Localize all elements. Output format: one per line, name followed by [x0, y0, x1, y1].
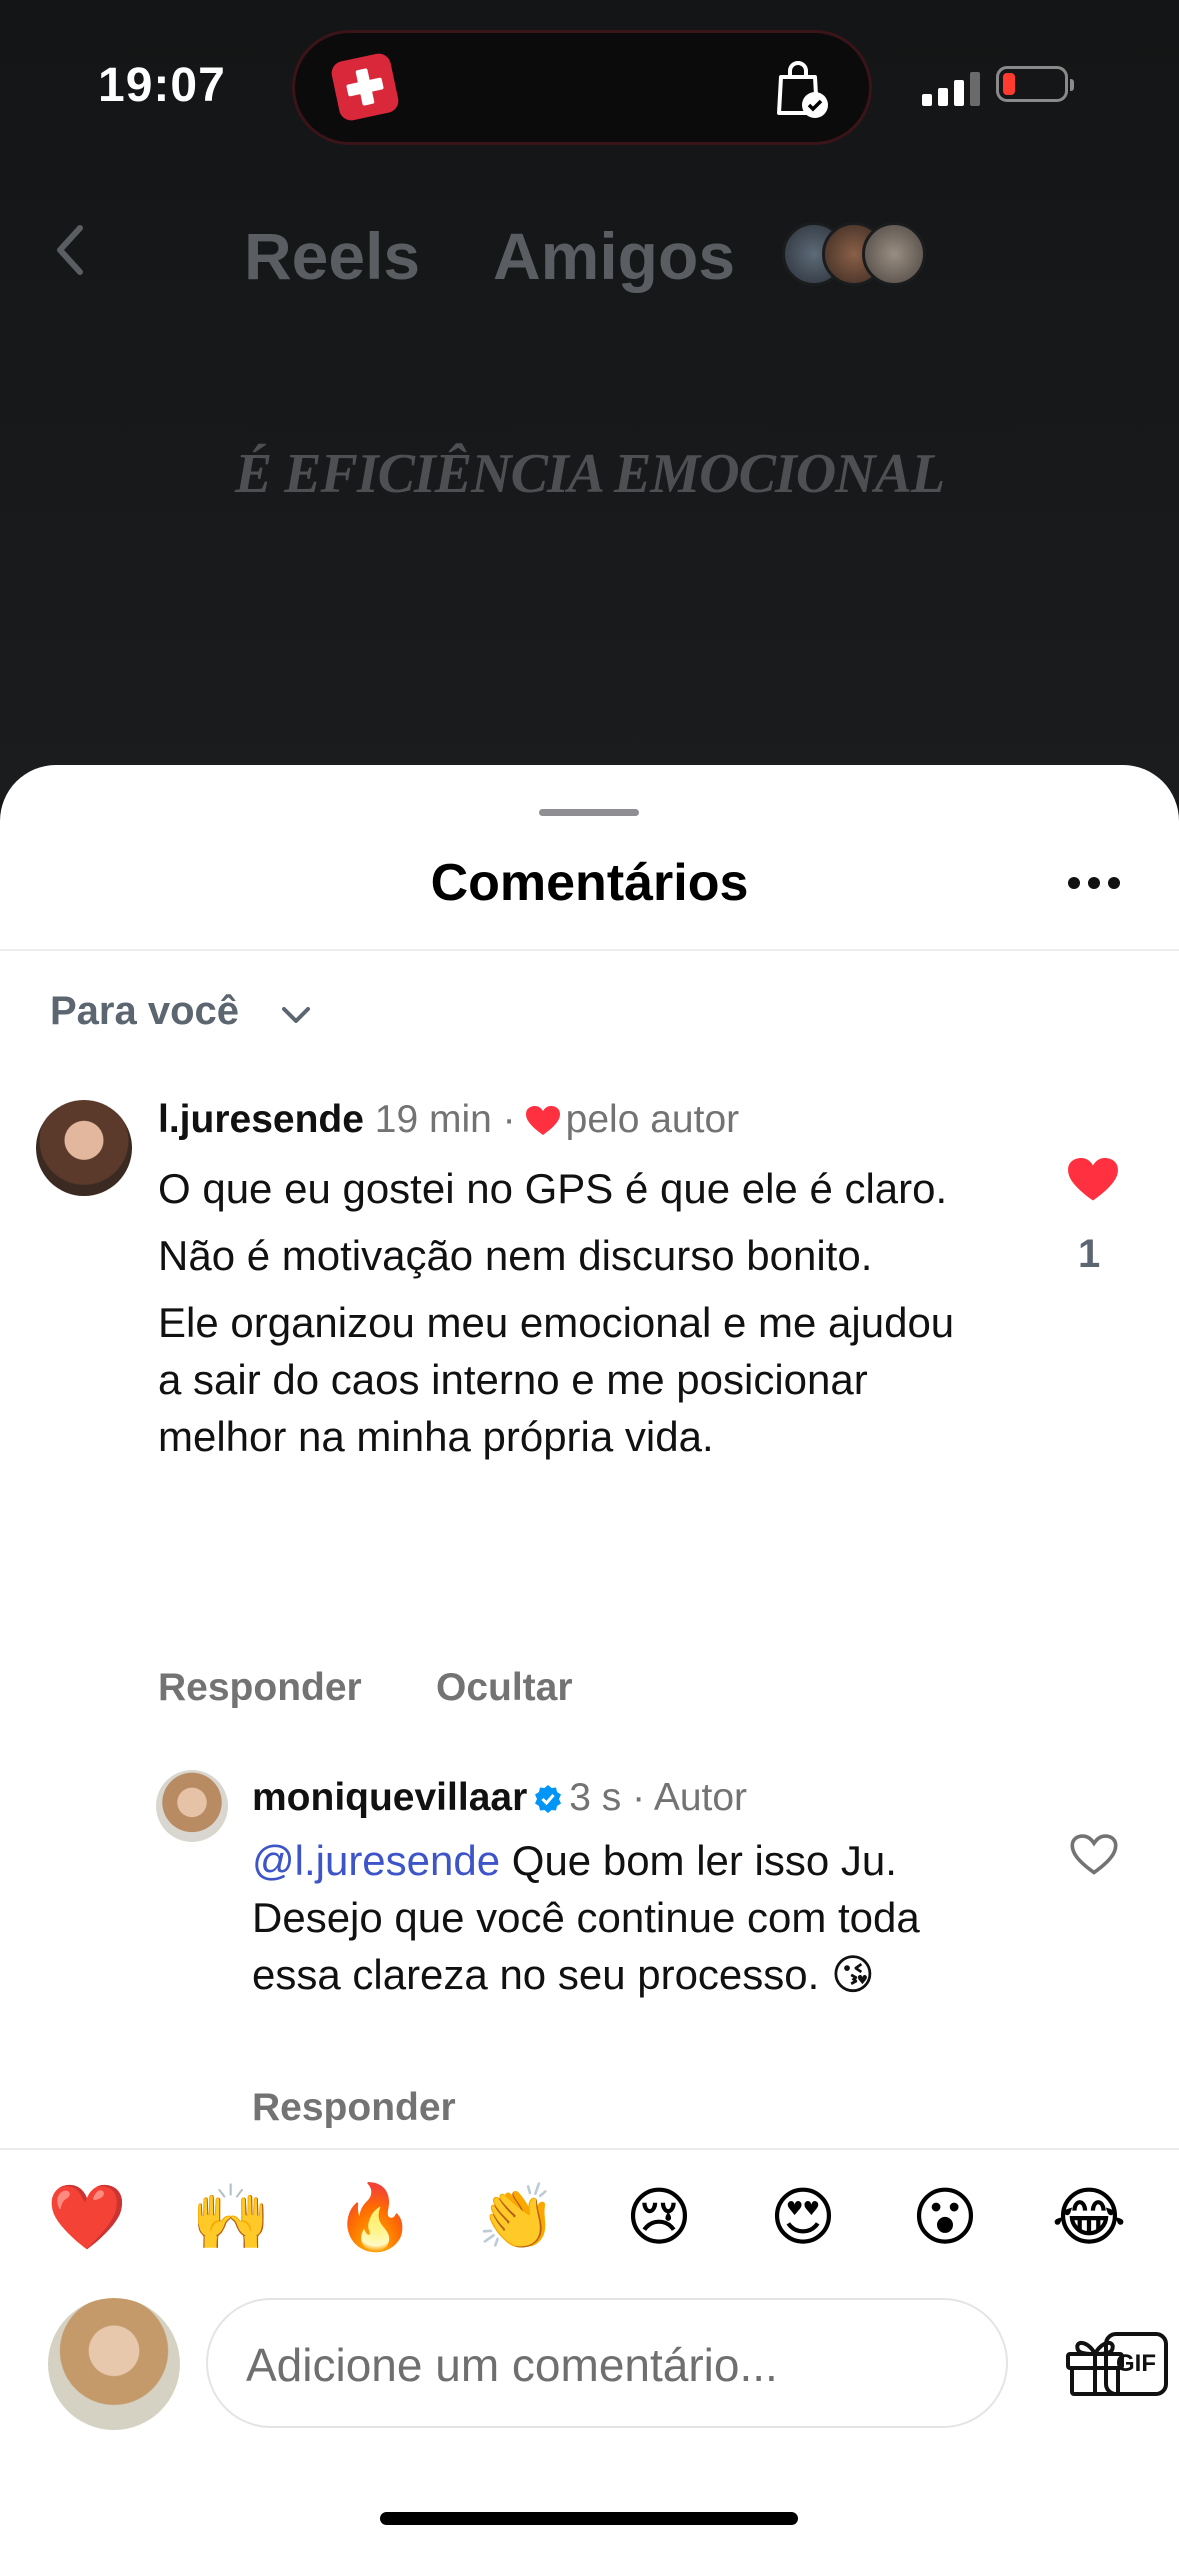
comment-meta: l.juresende 19 min · pelo autor — [158, 1098, 740, 1141]
author-badge: Autor — [653, 1776, 748, 1819]
verified-badge-icon — [535, 1785, 562, 1813]
emoji-laughing[interactable]: 😂 — [1044, 2180, 1134, 2255]
status-bar: 19:07 — [0, 0, 1179, 170]
reels-top-nav: Reels Amigos — [0, 200, 1179, 310]
status-time: 19:07 — [98, 59, 226, 112]
comment-input-placeholder: Adicione um comentário... — [246, 2339, 778, 2391]
emoji-crying[interactable]: 😢 — [614, 2180, 704, 2255]
shopping-bag-icon — [777, 61, 828, 118]
comment-input[interactable]: Adicione um comentário... GIF — [206, 2298, 1168, 2428]
more-options-icon[interactable] — [1068, 877, 1122, 891]
sheet-grabber[interactable] — [539, 809, 639, 816]
tab-reels[interactable]: Reels — [244, 218, 420, 294]
like-heart-outline-icon[interactable] — [1070, 1834, 1118, 1876]
comment-paragraph: Ele organizou meu emocional e me ajudou … — [158, 1299, 955, 1460]
back-chevron-icon[interactable] — [50, 220, 90, 280]
hide-button[interactable]: Ocultar — [436, 1666, 573, 1710]
comment-paragraph: O que eu gostei no GPS é que ele é claro… — [158, 1165, 948, 1212]
comment-paragraph: Não é motivação nem discurso bonito. — [158, 1232, 873, 1279]
liked-by-author: pelo autor — [565, 1098, 740, 1141]
mention-link[interactable]: @l.juresende — [252, 1837, 500, 1884]
emoji-clapping[interactable]: 👏 — [472, 2180, 562, 2255]
emoji-heart[interactable]: ❤️ — [42, 2180, 132, 2255]
author-heart-icon — [525, 1106, 560, 1135]
chevron-down-icon[interactable] — [278, 997, 314, 1033]
battery-icon — [996, 66, 1074, 102]
gift-icon[interactable] — [1062, 2332, 1128, 2398]
comment-username[interactable]: moniquevillaar — [252, 1776, 527, 1819]
like-count: 1 — [1078, 1232, 1101, 1276]
divider — [0, 949, 1179, 951]
comment-username[interactable]: l.juresende — [158, 1098, 364, 1141]
comment-time: 3 s — [569, 1776, 622, 1819]
comment-meta: moniquevillaar 3 s · Autor — [252, 1776, 748, 1819]
friends-avatars[interactable] — [782, 222, 942, 286]
comment-time: 19 min — [374, 1098, 492, 1141]
emoji-raising-hands[interactable]: 🙌 — [186, 2180, 276, 2255]
signal-icon — [922, 72, 980, 106]
comment-composer: Adicione um comentário... GIF — [0, 2290, 1179, 2450]
filter-dropdown[interactable]: Para você — [50, 989, 239, 1034]
emoji-heart-eyes[interactable]: 😍 — [758, 2180, 848, 2255]
emoji-fire[interactable]: 🔥 — [330, 2180, 420, 2255]
comment-body: @l.juresende Que bom ler isso Ju. Desejo… — [252, 1832, 972, 2003]
avatar[interactable] — [156, 1770, 228, 1842]
reply-button[interactable]: Responder — [252, 2086, 456, 2130]
app-icon — [329, 51, 401, 123]
sheet-title: Comentários — [430, 854, 749, 912]
tab-amigos[interactable]: Amigos — [493, 218, 735, 294]
emoji-surprised[interactable]: 😮 — [900, 2180, 990, 2255]
home-indicator[interactable] — [380, 2512, 798, 2525]
dynamic-island[interactable] — [292, 30, 872, 145]
avatar[interactable] — [36, 1100, 132, 1196]
reply-button[interactable]: Responder — [158, 1666, 362, 1710]
emoji-quick-bar: ❤️ 🙌 🔥 👏 😢 😍 😮 😂 — [0, 2148, 1179, 2290]
comment-body: O que eu gostei no GPS é que ele é claro… — [158, 1160, 978, 1475]
like-heart-filled-icon[interactable] — [1068, 1158, 1118, 1202]
video-overlay-text: É EFICIÊNCIA EMOCIONAL — [234, 443, 945, 505]
